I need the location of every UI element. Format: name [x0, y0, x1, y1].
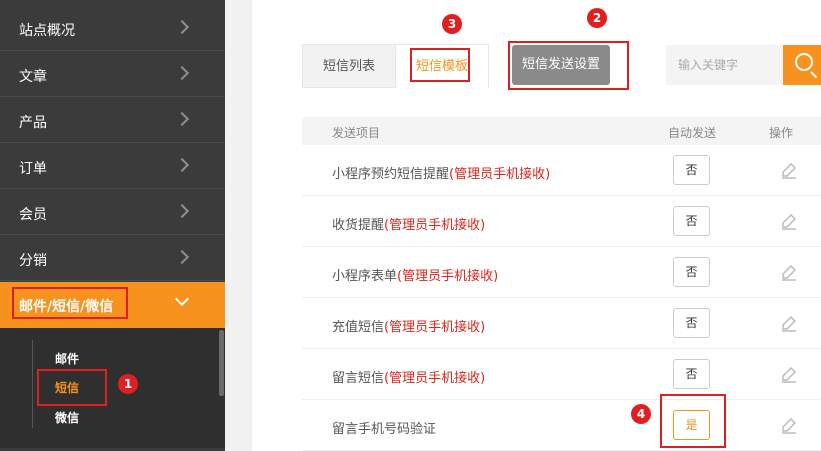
row-name: 留言短信	[332, 371, 385, 386]
sidebar-item-label: 文章	[19, 69, 47, 85]
edit-icon[interactable]	[780, 161, 798, 179]
annotation-box	[508, 41, 629, 90]
sidebar-item-label: 产品	[19, 115, 47, 131]
auto-send-toggle[interactable]: 否	[673, 206, 710, 236]
row-title: 留言手机号码验证	[332, 418, 436, 437]
chevron-right-icon	[174, 157, 190, 173]
column-header-action: 操作	[769, 126, 794, 140]
chevron-right-icon	[174, 203, 190, 219]
search-button[interactable]	[783, 45, 821, 85]
edit-icon[interactable]	[780, 212, 798, 230]
edit-icon[interactable]	[780, 416, 798, 434]
row-title: 小程序表单(管理员手机接收)	[332, 265, 498, 284]
chevron-down-icon	[174, 291, 190, 307]
chevron-right-icon	[174, 111, 190, 127]
annotation-badge: 1	[118, 374, 138, 394]
row-note: (管理员手机接收)	[449, 167, 551, 182]
auto-send-toggle[interactable]: 否	[673, 155, 710, 185]
sidebar-item-distribution[interactable]: 分销	[0, 236, 225, 281]
table-row: 留言手机号码验证 是	[302, 400, 821, 451]
search-icon-handle	[810, 71, 818, 79]
sidebar-item-members[interactable]: 会员	[0, 190, 225, 235]
edit-icon[interactable]	[780, 263, 798, 281]
row-note: (管理员手机接收)	[397, 269, 499, 284]
table-row: 留言短信(管理员手机接收) 否	[302, 349, 821, 400]
subnav-item-mail[interactable]: 邮件	[55, 350, 79, 367]
annotation-badge: 4	[631, 404, 651, 424]
annotation-box	[37, 369, 107, 406]
row-note: (管理员手机接收)	[384, 320, 486, 335]
sidebar-item-articles[interactable]: 文章	[0, 52, 225, 97]
search-icon	[795, 53, 813, 71]
chevron-right-icon	[174, 249, 190, 265]
row-title: 充值短信(管理员手机接收)	[332, 316, 485, 335]
row-note: (管理员手机接收)	[384, 371, 486, 386]
sidebar-item-orders[interactable]: 订单	[0, 144, 225, 189]
sidebar-item-label: 订单	[19, 161, 47, 177]
table-row: 充值短信(管理员手机接收) 否	[302, 298, 821, 349]
row-name: 小程序预约短信提醒	[332, 167, 450, 182]
sidebar: 站点概况 文章 产品 订单 会员 分销 邮件/短信/微信 邮件 短信 微信	[0, 0, 225, 451]
tab-sms-list[interactable]: 短信列表	[302, 44, 396, 88]
chevron-right-icon	[174, 65, 190, 81]
row-name: 留言手机号码验证	[332, 422, 437, 437]
auto-send-toggle[interactable]: 否	[673, 359, 710, 389]
sidebar-item-label: 分销	[19, 253, 47, 269]
annotation-badge: 2	[587, 8, 607, 28]
row-title: 小程序预约短信提醒(管理员手机接收)	[332, 163, 550, 182]
annotation-box	[410, 48, 470, 82]
chevron-right-icon	[174, 19, 190, 35]
annotation-box	[12, 287, 128, 319]
sidebar-scrollbar[interactable]	[219, 330, 224, 396]
row-name: 充值短信	[332, 320, 385, 335]
column-header-auto-send: 自动发送	[668, 126, 717, 140]
sidebar-item-label: 站点概况	[19, 23, 75, 39]
subnav-item-wechat[interactable]: 微信	[55, 409, 79, 426]
column-header-item: 发送项目	[332, 126, 381, 140]
row-note: (管理员手机接收)	[384, 218, 486, 233]
edit-icon[interactable]	[780, 365, 798, 383]
subnav-divider	[32, 340, 33, 428]
auto-send-toggle[interactable]: 否	[673, 257, 710, 287]
row-name: 小程序表单	[332, 269, 398, 284]
annotation-badge: 3	[442, 14, 462, 34]
sidebar-item-label: 会员	[19, 207, 47, 223]
sidebar-subnav: 邮件 短信 微信	[0, 328, 225, 448]
auto-send-toggle[interactable]: 否	[673, 308, 710, 338]
annotation-box	[660, 394, 726, 448]
table-row: 小程序表单(管理员手机接收) 否	[302, 247, 821, 298]
sidebar-item-products[interactable]: 产品	[0, 98, 225, 143]
edit-icon[interactable]	[780, 314, 798, 332]
row-title: 留言短信(管理员手机接收)	[332, 367, 485, 386]
row-title: 收货提醒(管理员手机接收)	[332, 214, 485, 233]
table-row: 小程序预约短信提醒(管理员手机接收) 否	[302, 145, 821, 196]
table-row: 收货提醒(管理员手机接收) 否	[302, 196, 821, 247]
table-header: 发送项目 自动发送 操作	[302, 117, 821, 145]
row-name: 收货提醒	[332, 218, 385, 233]
search-input[interactable]	[666, 45, 783, 85]
sidebar-item-site-overview[interactable]: 站点概况	[0, 6, 225, 51]
